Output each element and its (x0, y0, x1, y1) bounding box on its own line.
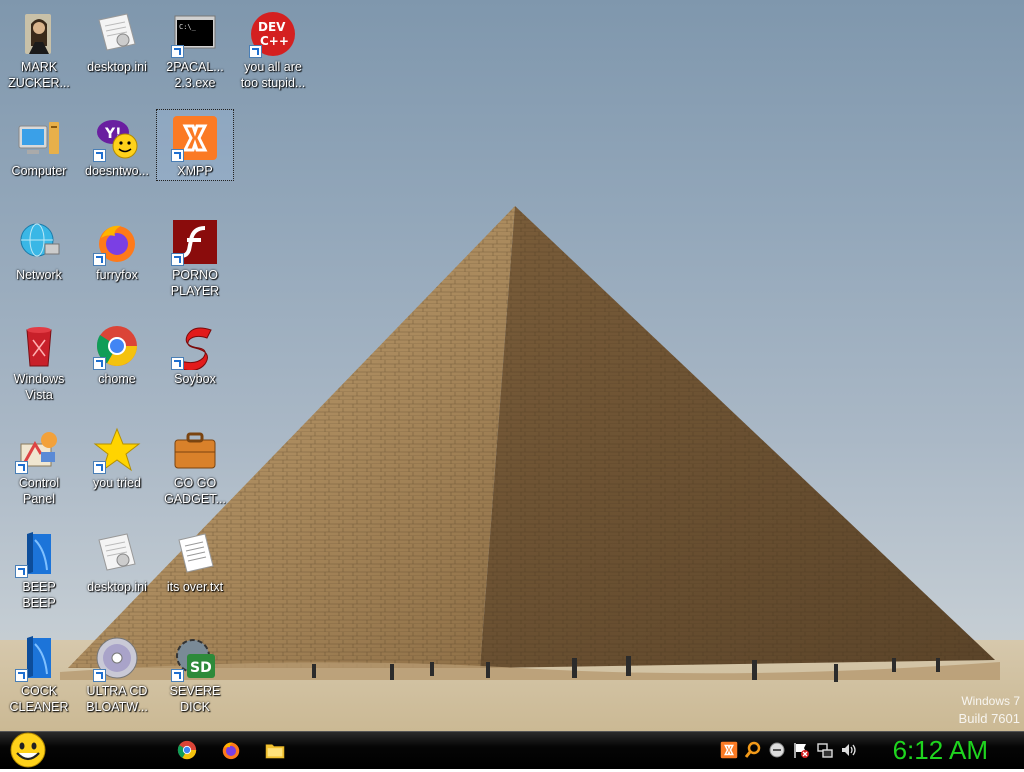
volume-icon (842, 744, 856, 756)
computer-icon (15, 114, 63, 162)
taskbar-clock[interactable]: 6:12 AM (893, 734, 988, 766)
tray-messenger[interactable] (768, 741, 786, 759)
desktop-icon-ultra-cd[interactable]: ULTRA CD BLOATW... (79, 630, 155, 726)
icon-label: desktop.ini (87, 60, 147, 74)
icon-label: MARK ZUCKER... (8, 60, 70, 90)
icon-label: Windows Vista (13, 372, 65, 402)
xampp-icon (171, 114, 219, 162)
ini-file-icon (93, 530, 141, 578)
ini-file-icon (93, 10, 141, 58)
icon-label: you all are too stupid... (240, 60, 306, 90)
icon-label: ULTRA CD BLOATW... (86, 684, 148, 714)
network-icon (817, 743, 833, 758)
desktop-icon-severe-dick[interactable]: SD SEVERE DICK (157, 630, 233, 726)
svg-text:SD: SD (190, 660, 212, 676)
text-file-icon (171, 530, 219, 578)
desktop-icon-chome[interactable]: chome (79, 318, 155, 414)
icon-label: BEEP BEEP (22, 580, 56, 610)
soybox-icon (171, 322, 219, 370)
icon-label: Computer (11, 164, 67, 178)
taskbar-firefox-button[interactable] (220, 739, 242, 761)
search-icon (744, 741, 761, 758)
desktop-icon-desktop-ini-2[interactable]: desktop.ini (79, 526, 155, 622)
icon-label: 2PACAL... 2.3.exe (166, 60, 224, 90)
flash-player-icon (171, 218, 219, 266)
icon-label: you tried (93, 476, 141, 490)
windows-build-watermark: Windows 7 Build 7601 (959, 693, 1020, 727)
desktop-icon-porno-player[interactable]: PORNO PLAYER (157, 214, 233, 310)
taskbar-explorer-button[interactable] (264, 739, 286, 761)
start-button[interactable] (8, 732, 48, 768)
desktop-icon-mark-zuckerberg[interactable]: MARK ZUCKER... (1, 6, 77, 102)
action-center-flag-icon (794, 743, 809, 758)
icon-label: XMPP (177, 164, 213, 178)
icon-label: PORNO PLAYER (170, 268, 220, 298)
desktop-icon-desktop-ini[interactable]: desktop.ini (79, 6, 155, 102)
svg-text:DEV: DEV (258, 20, 286, 34)
blue-book-icon (15, 634, 63, 682)
smiley-start-icon (10, 732, 46, 768)
taskbar-chrome-button[interactable] (176, 739, 198, 761)
svg-text:C++: C++ (260, 34, 289, 48)
dev-cpp-icon: DEV C++ (249, 10, 297, 58)
star-icon (93, 426, 141, 474)
desktop-icon-windows-vista[interactable]: Windows Vista (1, 318, 77, 414)
desktop-icon-cock-cleaner[interactable]: COCK CLEANER (1, 630, 77, 726)
desktop-icon-furryfox[interactable]: furryfox (79, 214, 155, 310)
terminal-exe-icon: C:\_ (171, 10, 219, 58)
folder-icon (265, 744, 285, 759)
desktop-icon-its-over-txt[interactable]: its over.txt (157, 526, 233, 622)
desktop-icon-soybox[interactable]: Soybox (157, 318, 233, 414)
control-panel-icon (15, 426, 63, 474)
icon-label: furryfox (96, 268, 138, 282)
icon-label: chome (98, 372, 136, 386)
icon-label: Soybox (174, 372, 216, 386)
desktop-icon-computer[interactable]: Computer (1, 110, 77, 206)
desktop-icon-doesntwork[interactable]: Y! doesntwo... (79, 110, 155, 206)
desktop-icon-xmpp[interactable]: XMPP (156, 109, 234, 181)
briefcase-icon (171, 426, 219, 474)
messenger-icon (769, 742, 785, 758)
icon-label: its over.txt (166, 580, 224, 594)
icon-label: GO GO GADGET... (164, 476, 226, 506)
desktop[interactable]: MARK ZUCKER... Computer Network Windows … (0, 0, 1024, 731)
desktop-icon-go-go-gadget[interactable]: GO GO GADGET... (157, 422, 233, 518)
yahoo-messenger-icon: Y! (93, 114, 141, 162)
svg-text:C:\_: C:\_ (179, 23, 197, 31)
icon-label: desktop.ini (87, 580, 147, 594)
watermark-os: Windows 7 (961, 694, 1020, 708)
network-icon (15, 218, 63, 266)
icon-label: Network (16, 268, 62, 282)
chrome-icon (93, 322, 141, 370)
tray-search[interactable] (744, 741, 762, 759)
icon-label: COCK CLEANER (9, 684, 69, 714)
desktop-icon-2pacal-exe[interactable]: C:\_ 2PACAL... 2.3.exe (157, 6, 233, 102)
icon-label: Control Panel (18, 476, 60, 506)
desktop-icon-control-panel[interactable]: Control Panel (1, 422, 77, 518)
tray-action-center[interactable] (792, 741, 810, 759)
xampp-icon (720, 741, 738, 759)
desktop-icon-you-all-are-too-stupid[interactable]: DEV C++ you all are too stupid... (235, 6, 311, 102)
taskbar: 6:12 AM (0, 731, 1024, 769)
desktop-icon-beep-beep[interactable]: BEEP BEEP (1, 526, 77, 622)
desktop-icon-network[interactable]: Network (1, 214, 77, 310)
firefox-icon (222, 742, 240, 760)
tray-network[interactable] (816, 741, 834, 759)
icon-label: doesntwo... (85, 164, 149, 178)
blue-book-icon (15, 530, 63, 578)
mark-zuckerberg-icon (15, 10, 63, 58)
sd-gear-icon: SD (171, 634, 219, 682)
tray-xampp[interactable] (720, 741, 738, 759)
icon-label: SEVERE DICK (169, 684, 221, 714)
firefox-icon (93, 218, 141, 266)
watermark-build: Build 7601 (958, 711, 1020, 726)
recycle-bin-icon (15, 322, 63, 370)
chrome-icon (177, 740, 197, 760)
tray-volume[interactable] (840, 741, 858, 759)
cd-icon (93, 634, 141, 682)
desktop-icon-you-tried[interactable]: you tried (79, 422, 155, 518)
